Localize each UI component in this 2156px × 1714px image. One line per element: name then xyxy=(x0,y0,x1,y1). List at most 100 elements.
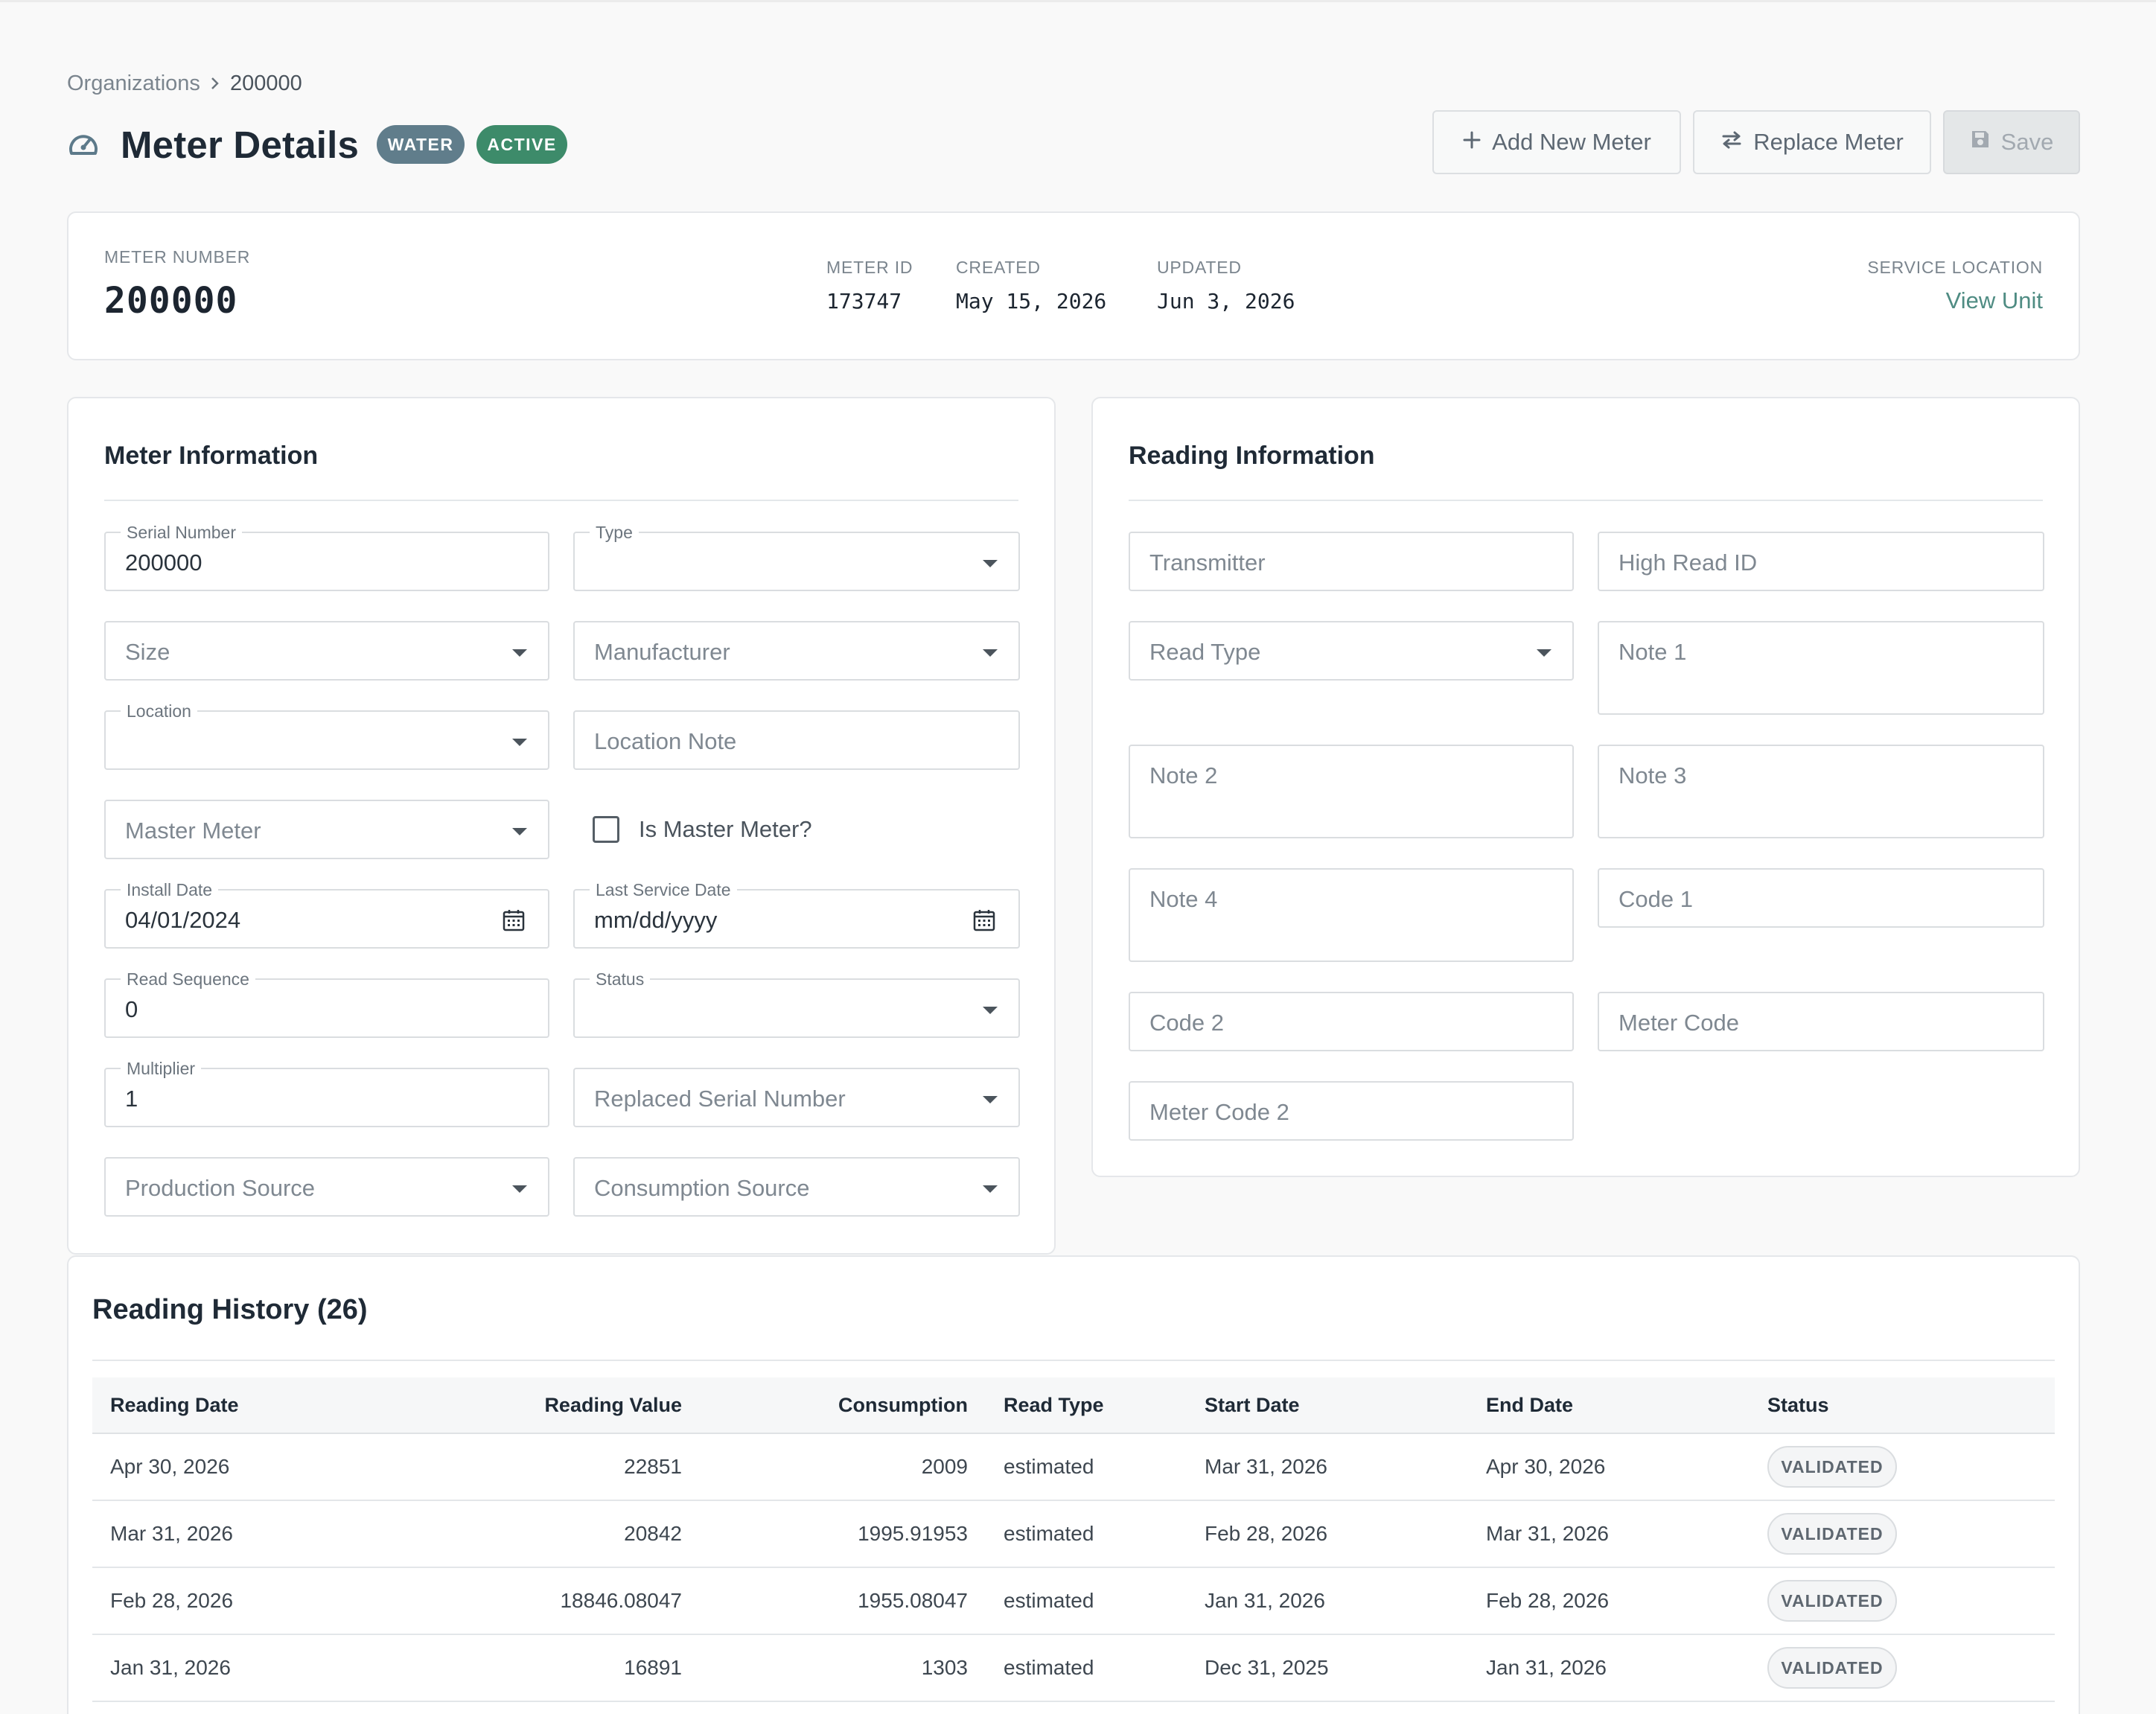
field-placeholder: Note 4 xyxy=(1149,886,1218,912)
field-value: mm/dd/yyyy xyxy=(594,907,718,933)
multiplier-input[interactable]: Multiplier 1 xyxy=(104,1059,549,1127)
location-note-input[interactable]: Location Note xyxy=(573,710,1020,770)
section-title: Reading Information xyxy=(1129,442,1375,470)
breadcrumb: Organizations 200000 xyxy=(67,69,302,98)
field-value: 200000 xyxy=(125,549,202,576)
column-header-end-date[interactable]: End Date xyxy=(1486,1394,1767,1417)
column-header-consumption[interactable]: Consumption xyxy=(682,1394,968,1417)
field-placeholder: Location Note xyxy=(594,728,737,754)
meter-status-badge: ACTIVE xyxy=(476,125,568,164)
header-actions: Add New Meter Replace Meter Save xyxy=(1432,110,2080,174)
field-placeholder: Master Meter xyxy=(125,818,261,844)
meter-information-card: Meter Information Serial Number 200000 T… xyxy=(67,397,1056,1255)
breadcrumb-organizations-link[interactable]: Organizations xyxy=(67,71,200,96)
start-date-cell: Jan 31, 2026 xyxy=(1205,1589,1325,1612)
reading-date-cell: Feb 28, 2026 xyxy=(110,1589,234,1612)
read-sequence-input[interactable]: Read Sequence 0 xyxy=(104,969,549,1038)
serial-number-field[interactable]: Serial Number 200000 xyxy=(104,523,549,591)
replaced-serial-number-select[interactable]: Replaced Serial Number xyxy=(573,1068,1020,1127)
field-placeholder: Note 3 xyxy=(1618,762,1687,788)
table-row[interactable]: Jan 31, 2026 16891 1303 estimated Dec 31… xyxy=(92,1635,2055,1702)
table-row[interactable]: Mar 31, 2026 20842 1995.91953 estimated … xyxy=(92,1501,2055,1568)
calendar-icon[interactable] xyxy=(972,908,996,932)
status-badge: VALIDATED xyxy=(1767,1513,1897,1555)
field-placeholder: Meter Code 2 xyxy=(1149,1099,1289,1125)
consumption-source-select[interactable]: Consumption Source xyxy=(573,1157,1020,1217)
field-label: Multiplier xyxy=(121,1059,202,1078)
status-badge: VALIDATED xyxy=(1767,1580,1897,1622)
view-unit-link[interactable]: View Unit xyxy=(1946,287,2043,314)
consumption-cell: 1955.08047 xyxy=(858,1589,968,1612)
column-header-reading-value[interactable]: Reading Value xyxy=(390,1394,682,1417)
top-border xyxy=(0,0,2156,2)
status-select[interactable]: Status xyxy=(573,969,1020,1038)
meter-summary-card: METER NUMBER 200000 METER ID 173747 CREA… xyxy=(67,211,2080,360)
divider xyxy=(92,1360,2055,1361)
divider xyxy=(1129,500,2043,501)
section-title: Meter Information xyxy=(104,442,319,470)
last-service-date-input[interactable]: Last Service Date mm/dd/yyyy xyxy=(573,880,1020,949)
code-2-input[interactable]: Code 2 xyxy=(1129,992,1574,1051)
caret-down-icon xyxy=(512,649,527,657)
caret-down-icon xyxy=(512,1185,527,1193)
replace-meter-button[interactable]: Replace Meter xyxy=(1693,110,1931,174)
status-cell: VALIDATED xyxy=(1767,1446,1991,1488)
reading-history-card: Reading History (26) Reading Date Readin… xyxy=(67,1255,2080,1714)
table-row[interactable]: Apr 30, 2026 22851 2009 estimated Mar 31… xyxy=(92,1434,2055,1501)
swap-arrows-icon xyxy=(1720,129,1743,156)
field-label: Location xyxy=(121,701,197,721)
field-label: Type xyxy=(590,523,639,542)
is-master-meter-checkbox-row[interactable]: Is Master Meter? xyxy=(573,800,812,859)
note-4-textarea[interactable]: Note 4 xyxy=(1129,868,1574,962)
location-select[interactable]: Location xyxy=(104,701,549,770)
code-1-input[interactable]: Code 1 xyxy=(1598,868,2044,928)
note-3-textarea[interactable]: Note 3 xyxy=(1598,745,2044,838)
production-source-select[interactable]: Production Source xyxy=(104,1157,549,1217)
transmitter-input[interactable]: Transmitter xyxy=(1129,532,1574,591)
service-location-label: SERVICE LOCATION xyxy=(1867,258,2043,277)
checkbox-label: Is Master Meter? xyxy=(639,816,812,842)
floppy-disk-icon xyxy=(1970,129,1991,156)
master-meter-select[interactable]: Master Meter xyxy=(104,800,549,859)
type-select[interactable]: Type xyxy=(573,523,1020,591)
install-date-input[interactable]: Install Date 04/01/2024 xyxy=(104,880,549,949)
reading-information-card: Reading Information Transmitter High Rea… xyxy=(1091,397,2080,1177)
end-date-cell: Jan 31, 2026 xyxy=(1486,1656,1607,1679)
save-button[interactable]: Save xyxy=(1943,110,2080,174)
meter-code-2-input[interactable]: Meter Code 2 xyxy=(1129,1081,1574,1141)
read-type-select[interactable]: Read Type xyxy=(1129,621,1574,681)
note-1-textarea[interactable]: Note 1 xyxy=(1598,621,2044,715)
note-2-textarea[interactable]: Note 2 xyxy=(1129,745,1574,838)
consumption-cell: 2009 xyxy=(921,1455,968,1478)
column-header-read-type[interactable]: Read Type xyxy=(968,1394,1205,1417)
field-placeholder: Production Source xyxy=(125,1175,316,1201)
end-date-cell: Apr 30, 2026 xyxy=(1486,1455,1606,1478)
end-date-cell: Mar 31, 2026 xyxy=(1486,1522,1609,1545)
reading-date-cell: Jan 31, 2026 xyxy=(110,1656,231,1679)
calendar-icon[interactable] xyxy=(502,908,526,932)
meter-code-input[interactable]: Meter Code xyxy=(1598,992,2044,1051)
gauge-icon xyxy=(67,128,100,161)
add-new-meter-button[interactable]: Add New Meter xyxy=(1432,110,1681,174)
start-date-cell: Dec 31, 2025 xyxy=(1205,1656,1329,1679)
status-badge: VALIDATED xyxy=(1767,1446,1897,1488)
column-header-start-date[interactable]: Start Date xyxy=(1205,1394,1486,1417)
field-placeholder: Size xyxy=(125,639,170,665)
column-header-status[interactable]: Status xyxy=(1767,1394,1991,1417)
updated-label: UPDATED xyxy=(1157,258,1242,277)
meter-id-label: METER ID xyxy=(826,258,913,277)
updated-value: Jun 3, 2026 xyxy=(1157,289,1295,313)
size-select[interactable]: Size xyxy=(104,621,549,681)
status-cell: VALIDATED xyxy=(1767,1580,1991,1622)
caret-down-icon xyxy=(512,828,527,835)
page-header: Meter Details WATER ACTIVE xyxy=(67,119,579,170)
reading-date-cell: Apr 30, 2026 xyxy=(110,1455,230,1478)
manufacturer-select[interactable]: Manufacturer xyxy=(573,621,1020,681)
table-row[interactable]: Feb 28, 2026 18846.08047 1955.08047 esti… xyxy=(92,1568,2055,1635)
column-header-reading-date[interactable]: Reading Date xyxy=(92,1394,390,1417)
save-label: Save xyxy=(2000,129,2054,155)
high-read-id-input[interactable]: High Read ID xyxy=(1598,532,2044,591)
status-cell: VALIDATED xyxy=(1767,1647,1991,1689)
field-value: 1 xyxy=(125,1086,138,1112)
is-master-meter-checkbox[interactable] xyxy=(593,816,619,843)
